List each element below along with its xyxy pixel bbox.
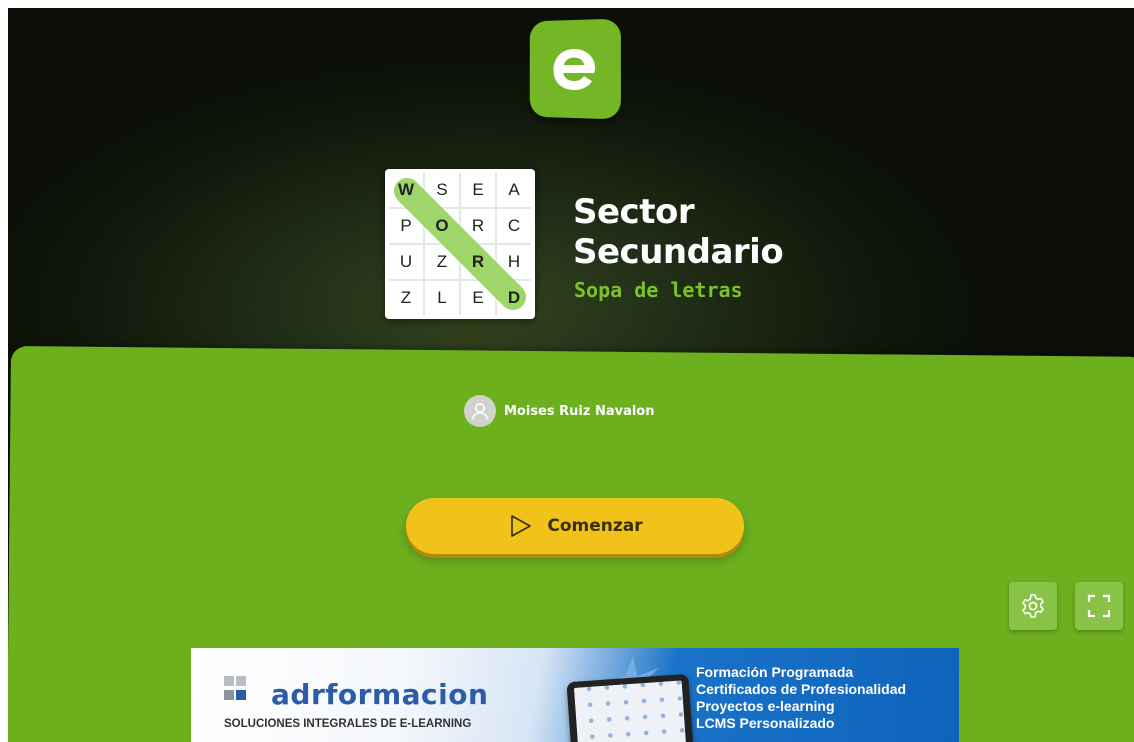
fullscreen-button[interactable] (1075, 582, 1123, 630)
gear-icon (1022, 594, 1044, 618)
grid-cell: W (397, 180, 415, 199)
title-line-1: Sector (573, 192, 695, 232)
grid-cell: P (400, 216, 412, 235)
grid-cell: Z (436, 252, 448, 271)
grid-cell: S (436, 180, 448, 199)
banner-line: Certificados de Profesionalidad (696, 681, 907, 697)
banner-line: Proyectos e-learning (696, 698, 835, 714)
activity-title: Sector Secundario (573, 192, 784, 272)
ad-banner[interactable]: adrformacion SOLUCIONES INTEGRALES DE E-… (191, 648, 959, 742)
settings-button[interactable] (1009, 582, 1057, 630)
game-stage: W S E A P O R C U Z R H Z L E D Sector S… (8, 8, 1134, 742)
title-line-2: Secundario (573, 232, 784, 272)
start-button[interactable]: Comenzar (406, 498, 744, 554)
grid-cell: D (507, 288, 521, 307)
app-logo (529, 18, 621, 120)
grid-cell: A (508, 180, 520, 199)
grid-cell: R (471, 216, 485, 235)
banner-line: Formación Programada (696, 664, 854, 680)
user-icon (471, 403, 489, 420)
avatar (464, 395, 496, 427)
brand-logo-icon (224, 676, 246, 700)
play-icon (511, 515, 532, 537)
fullscreen-icon (1087, 594, 1111, 618)
grid-cell: U (399, 252, 413, 271)
grid-cell: R (471, 252, 485, 271)
grid-cell: O (435, 216, 449, 235)
grid-cell: C (507, 216, 521, 235)
grid-cell: L (437, 288, 447, 307)
tablet-image (566, 673, 694, 742)
brand-tagline: SOLUCIONES INTEGRALES DE E-LEARNING (224, 718, 472, 730)
author-name: Moises Ruiz Navalon (504, 403, 655, 419)
banner-line: LCMS Personalizado (696, 715, 835, 731)
author-block: Moises Ruiz Navalon (464, 395, 655, 427)
letter-grid: W S E A P O R C U Z R H Z L E D (389, 173, 531, 315)
activity-subtitle: Sopa de letras (574, 278, 743, 302)
e-letter-icon (553, 48, 596, 91)
grid-cell: Z (400, 288, 412, 307)
banner-services: Formación Programada Certificados de Pro… (696, 664, 906, 732)
grid-cell: H (507, 252, 521, 271)
brand-name: adrformacion (271, 678, 489, 711)
word-search-preview: W S E A P O R C U Z R H Z L E D (385, 169, 535, 319)
grid-cell: E (472, 288, 484, 307)
grid-cell: E (472, 180, 484, 199)
start-button-label: Comenzar (547, 516, 643, 536)
